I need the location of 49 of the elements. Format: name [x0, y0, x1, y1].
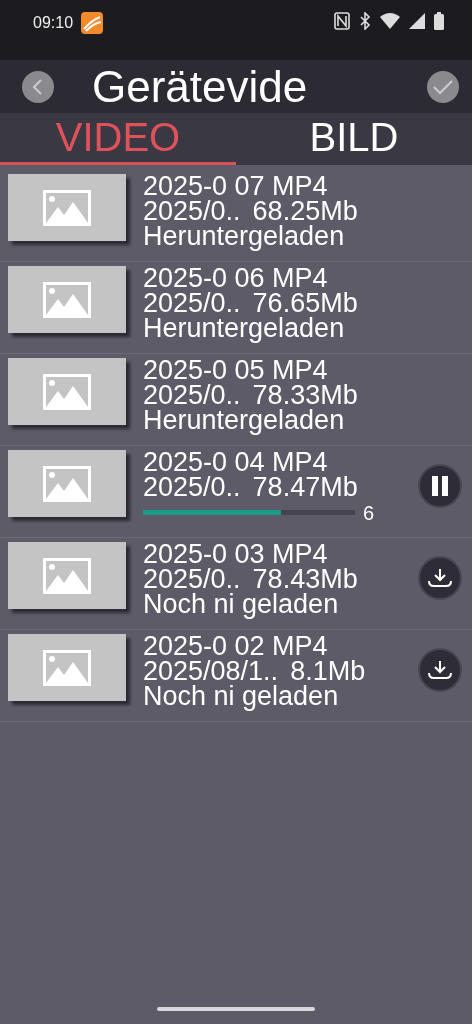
file-name: 2025-0 07 MP4: [143, 174, 328, 199]
bluetooth-icon: [359, 12, 371, 30]
file-size: 68.25Mb: [252, 199, 358, 224]
file-date: 2025/08/1..: [143, 659, 279, 684]
confirm-button[interactable]: [427, 70, 459, 103]
pause-icon: [431, 475, 449, 497]
image-icon: [43, 189, 91, 226]
image-icon: [43, 373, 91, 410]
file-date: 2025/0..: [143, 383, 241, 408]
tab[interactable]: BILD: [236, 113, 472, 165]
signal-icon: [409, 13, 425, 29]
clock: 09:10: [33, 14, 74, 32]
download-button[interactable]: [418, 648, 462, 692]
image-icon: [43, 281, 91, 318]
file-size: 78.33Mb: [252, 383, 358, 408]
file-size: 78.47Mb: [252, 475, 358, 500]
file-date: 2025/0..: [143, 291, 241, 316]
image-icon: [43, 649, 91, 686]
download-status: Noch ni geladen: [143, 684, 340, 709]
download-status: Heruntergeladen: [143, 224, 346, 249]
file-name: 2025-0 03 MP4: [143, 542, 328, 567]
battery-icon: [434, 12, 444, 30]
download-status: Heruntergeladen: [143, 408, 346, 433]
file-size: 76.65Mb: [252, 291, 358, 316]
nfc-icon: [334, 12, 350, 30]
file-date: 2025/0..: [143, 475, 241, 500]
download-status: Heruntergeladen: [143, 316, 346, 341]
back-icon: [31, 77, 45, 96]
file-date: 2025/0..: [143, 567, 241, 592]
file-date: 2025/0..: [143, 199, 241, 224]
pause-button[interactable]: [418, 464, 462, 508]
image-icon: [43, 557, 91, 594]
progress-percent: 6: [363, 502, 375, 523]
check-icon: [432, 78, 454, 95]
file-size: 8.1Mb: [290, 659, 366, 684]
wifi-icon: [380, 13, 400, 29]
download-icon: [428, 660, 452, 680]
file-name: 2025-0 05 MP4: [143, 358, 328, 383]
file-name: 2025-0 06 MP4: [143, 266, 328, 291]
file-name: 2025-0 02 MP4: [143, 634, 328, 659]
back-button[interactable]: [22, 70, 54, 103]
download-icon: [428, 568, 452, 588]
image-icon: [43, 465, 91, 502]
file-size: 78.43Mb: [252, 567, 358, 592]
page-title: Gerätevide: [91, 61, 309, 112]
file-name: 2025-0 04 MP4: [143, 450, 328, 475]
app-icon: [81, 12, 104, 34]
download-status: Noch ni geladen: [143, 592, 340, 617]
download-button[interactable]: [418, 556, 462, 600]
